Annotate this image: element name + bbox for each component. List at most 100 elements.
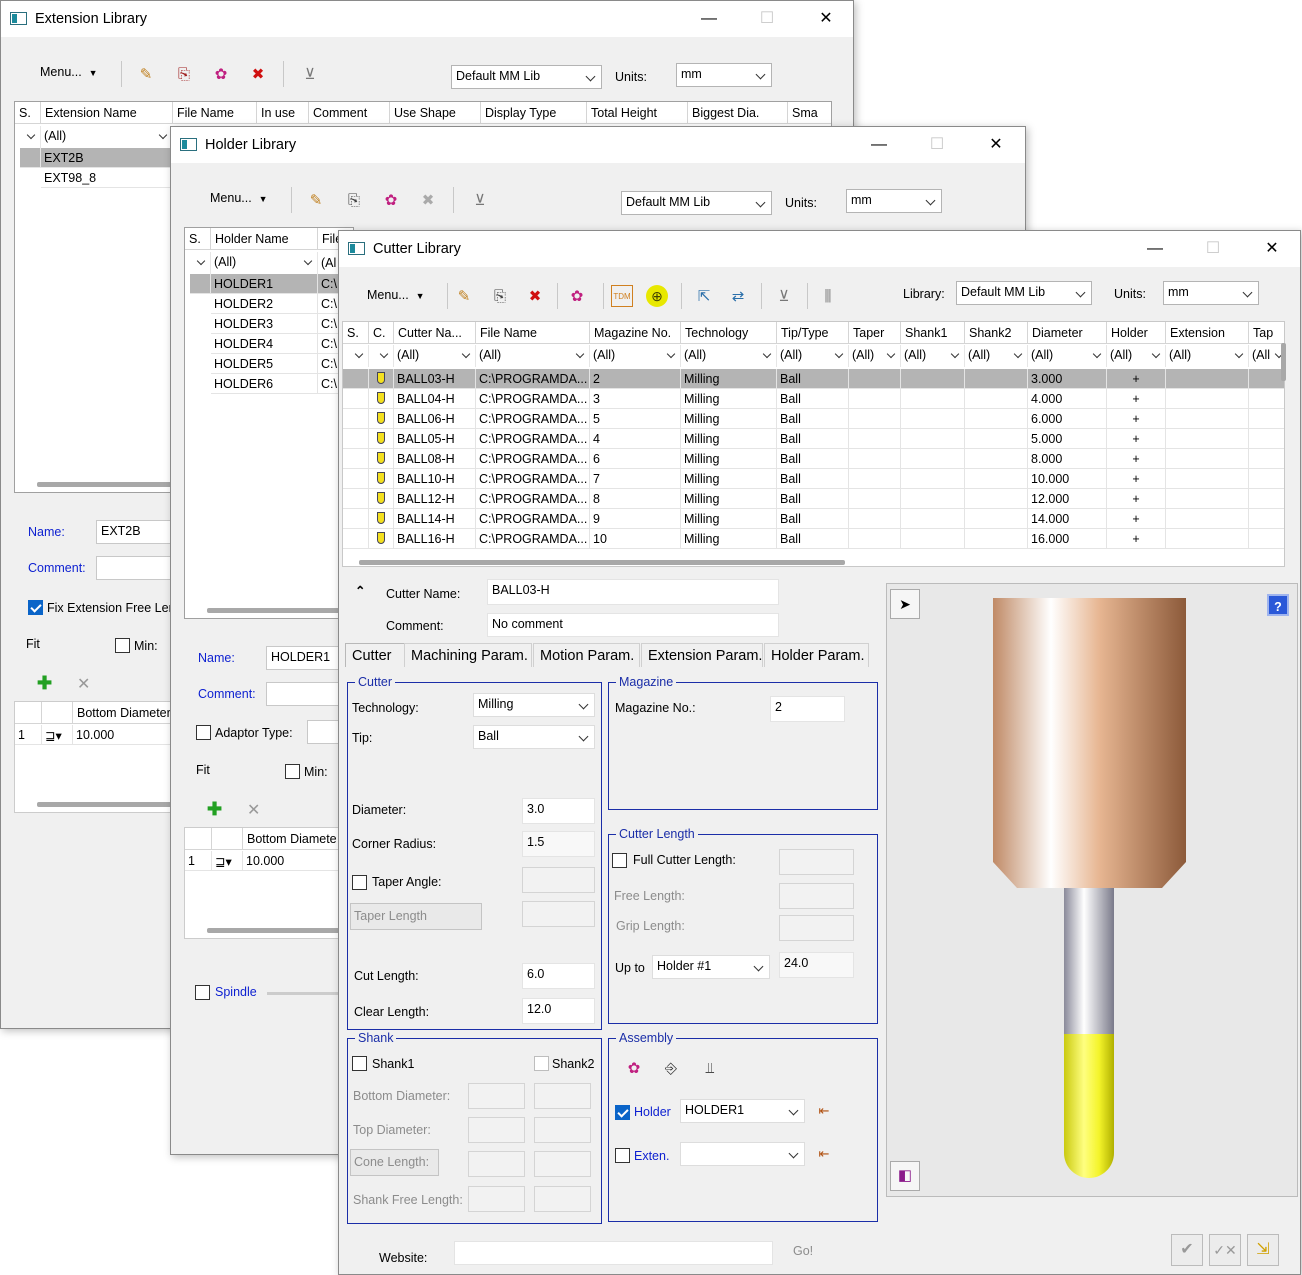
row-selector[interactable] <box>343 389 369 409</box>
table-cell[interactable] <box>965 529 1028 549</box>
row-selector[interactable] <box>343 489 369 509</box>
cut-length-field[interactable]: 6.0 <box>522 963 595 989</box>
table-cell[interactable]: C:\PROGRAMDA... <box>476 409 590 429</box>
table-cell[interactable]: 6 <box>590 449 681 469</box>
table-cell[interactable] <box>901 409 965 429</box>
new-extension-icon[interactable]: ✎ <box>135 63 157 85</box>
table-cell[interactable]: BALL06-H <box>394 409 476 429</box>
import-icon[interactable]: ⎘ <box>489 285 511 307</box>
tip-select[interactable]: Ball <box>473 725 595 749</box>
column-header[interactable]: Extension Name <box>41 102 173 124</box>
table-cell[interactable]: 3.000 <box>1028 369 1107 389</box>
maximize-button[interactable]: ☐ <box>917 133 957 157</box>
table-cell[interactable]: Milling <box>681 489 777 509</box>
name-field[interactable]: EXT2B <box>96 520 176 544</box>
table-cell[interactable]: + <box>1107 429 1166 449</box>
column-header[interactable]: Taper <box>849 322 901 344</box>
add-circle-icon[interactable]: ⊕ <box>646 285 668 307</box>
table-cell[interactable] <box>1166 489 1249 509</box>
apply-button[interactable]: ✓✕ <box>1209 1234 1241 1266</box>
assembly-holder-icon[interactable]: ⫫ <box>699 1057 721 1079</box>
table-cell[interactable]: Milling <box>681 529 777 549</box>
horizontal-scrollbar[interactable] <box>37 482 177 487</box>
shape-icon[interactable]: ⊒▾ <box>42 725 73 745</box>
table-row[interactable] <box>20 148 41 168</box>
table-cell[interactable]: C:\PROGRAMDA... <box>476 489 590 509</box>
holder-select[interactable]: HOLDER1 <box>680 1099 805 1123</box>
maximize-button[interactable]: ☐ <box>1193 237 1233 261</box>
minimize-button[interactable]: — <box>1135 237 1175 261</box>
cutter-type-icon[interactable] <box>369 469 394 489</box>
column-header[interactable]: In use <box>257 102 309 124</box>
table-cell[interactable]: C:\PROGRAMDA... <box>476 529 590 549</box>
filter-cell[interactable] <box>369 345 394 367</box>
table-cell[interactable] <box>1249 409 1284 429</box>
table-cell[interactable]: 4 <box>590 429 681 449</box>
shank2-bottom-diameter-field[interactable] <box>534 1083 591 1109</box>
table-cell[interactable]: Ball <box>777 409 849 429</box>
filter-cell[interactable] <box>185 252 211 274</box>
shape-icon[interactable]: ⊒▾ <box>212 851 243 871</box>
cutter-type-icon[interactable] <box>369 429 394 449</box>
shank1-cone-length-field[interactable] <box>468 1151 525 1177</box>
table-cell[interactable]: 6.000 <box>1028 409 1107 429</box>
comment-field[interactable]: No comment <box>487 613 779 637</box>
table-cell[interactable]: C:\PROGRAMDA... <box>476 369 590 389</box>
spindle-label[interactable]: Spindle <box>215 985 257 999</box>
column-header[interactable]: Extension <box>1166 322 1249 344</box>
table-row[interactable]: HOLDER4 <box>211 334 318 354</box>
table-cell[interactable] <box>849 509 901 529</box>
clear-filter-icon[interactable]: ⊻ <box>469 189 491 211</box>
view-cube-button[interactable]: ◧ <box>890 1161 920 1191</box>
table-cell[interactable]: Ball <box>777 449 849 469</box>
name-field[interactable]: HOLDER1 <box>266 646 346 670</box>
tab-cutter[interactable]: Cutter <box>345 643 405 667</box>
table-cell[interactable]: BALL04-H <box>394 389 476 409</box>
row-selector[interactable] <box>343 529 369 549</box>
horizontal-scrollbar[interactable] <box>207 928 347 933</box>
holder-checkbox[interactable] <box>615 1105 630 1120</box>
units-select[interactable]: mm <box>676 63 772 87</box>
adaptor-type-checkbox[interactable] <box>196 725 211 740</box>
holder-label[interactable]: Holder <box>634 1105 671 1119</box>
full-cutter-length-field[interactable] <box>779 849 854 875</box>
shank2-free-length-field[interactable] <box>534 1186 591 1212</box>
library-select[interactable]: Default MM Lib <box>621 191 772 215</box>
exit-button[interactable]: ⇲ <box>1247 1234 1279 1266</box>
row-selector[interactable] <box>343 409 369 429</box>
column-header[interactable]: Tap <box>1249 322 1284 344</box>
table-cell[interactable]: Ball <box>777 469 849 489</box>
close-button[interactable]: ✕ <box>806 7 846 31</box>
shank1-bottom-diameter-field[interactable] <box>468 1083 525 1109</box>
table-cell[interactable] <box>965 449 1028 469</box>
tab-holder-param[interactable]: Holder Param. <box>764 643 869 667</box>
ok-button[interactable]: ✔ <box>1171 1234 1203 1266</box>
extension-checkbox[interactable] <box>615 1148 630 1163</box>
min-checkbox[interactable] <box>115 638 130 653</box>
table-cell[interactable]: + <box>1107 529 1166 549</box>
cutter-type-icon[interactable] <box>369 489 394 509</box>
comment-field[interactable] <box>96 556 176 580</box>
extension-edit-icon[interactable]: ⇤ <box>813 1143 835 1165</box>
row-selector[interactable] <box>343 369 369 389</box>
table-cell[interactable]: + <box>1107 449 1166 469</box>
table-cell[interactable]: Ball <box>777 429 849 449</box>
column-header[interactable]: Diameter <box>1028 322 1107 344</box>
column-header[interactable]: Display Type <box>481 102 587 124</box>
table-row[interactable]: HOLDER6 <box>211 374 318 394</box>
table-cell[interactable] <box>1166 529 1249 549</box>
table-cell[interactable]: Milling <box>681 389 777 409</box>
menu-button[interactable]: Menu... ▼ <box>210 191 268 205</box>
column-header[interactable]: C. <box>369 322 394 344</box>
table-cell[interactable] <box>849 369 901 389</box>
table-row[interactable]: EXT2B <box>41 148 173 168</box>
column-header[interactable]: Holder <box>1107 322 1166 344</box>
table-cell[interactable] <box>1166 389 1249 409</box>
delete-icon[interactable]: ✖ <box>417 189 439 211</box>
row-selector[interactable] <box>343 449 369 469</box>
table-cell[interactable] <box>1249 509 1284 529</box>
table-cell[interactable]: + <box>1107 509 1166 529</box>
menu-button[interactable]: Menu... ▼ <box>367 288 425 302</box>
filter-cell[interactable]: (All) <box>901 345 965 367</box>
column-header[interactable]: S. <box>343 322 369 344</box>
